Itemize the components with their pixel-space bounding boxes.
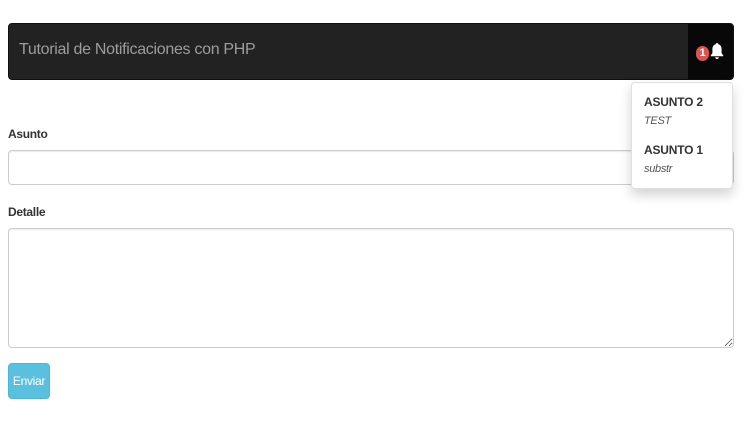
bell-icon — [710, 43, 724, 59]
notification-subject: ASUNTO 1 — [644, 143, 703, 157]
detail-label: Detalle — [8, 205, 46, 219]
navbar-brand[interactable]: Tutorial de Notificaciones con PHP — [19, 41, 256, 59]
notification-subject: ASUNTO 2 — [644, 95, 703, 109]
detail-textarea[interactable] — [8, 228, 734, 348]
subject-label: Asunto — [8, 127, 48, 141]
notification-item[interactable]: ASUNTO 2 TEST — [644, 95, 724, 127]
notification-item[interactable]: ASUNTO 1 substr — [644, 143, 724, 175]
notifications-toggle[interactable]: 1 — [688, 24, 733, 79]
navbar: Tutorial de Notificaciones con PHP 1 — [8, 23, 734, 80]
subject-input[interactable] — [8, 150, 734, 185]
notification-count-badge: 1 — [696, 46, 709, 61]
submit-button[interactable]: Enviar — [8, 363, 50, 399]
notification-detail: substr — [644, 163, 673, 175]
notification-detail: TEST — [644, 115, 671, 127]
notifications-dropdown: ASUNTO 2 TEST ASUNTO 1 substr — [631, 82, 733, 189]
